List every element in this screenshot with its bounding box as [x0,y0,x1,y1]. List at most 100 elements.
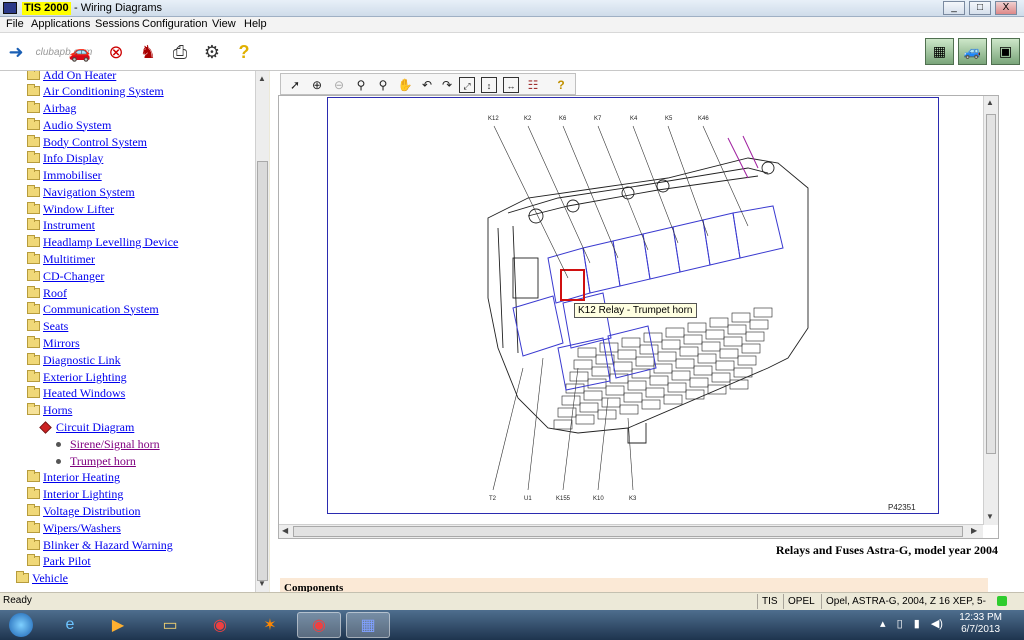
tree-item-horns[interactable]: Horns [27,402,72,418]
tree-item-sirene-signal-horn[interactable]: Sirene/Signal horn [56,436,160,452]
minimize-button[interactable]: _ [943,1,965,15]
chrome-icon-active[interactable]: ◉ [297,612,341,638]
tree-item-heated-windows[interactable]: Heated Windows [27,385,125,401]
start-icon[interactable] [0,612,42,638]
tree-item-add-on-heater[interactable]: Add On Heater [27,71,116,83]
tree-item-wipers-washers[interactable]: Wipers/Washers [27,520,121,536]
zoom-in-icon[interactable]: ⊕ [309,77,325,93]
tree-item-park-pilot[interactable]: Park Pilot [27,553,91,569]
explorer-icon[interactable]: ▭ [148,612,192,638]
diagram-vertical-scrollbar[interactable]: ▲ ▼ [983,96,998,525]
fit-height-icon[interactable]: ↕ [481,77,497,93]
tree-scroll-thumb[interactable] [257,161,268,581]
tree-item-immobiliser[interactable]: Immobiliser [27,167,102,183]
zoom-out-icon[interactable]: ⊖ [331,77,347,93]
tree-item-navigation[interactable]: Navigation System [27,184,135,200]
folder-icon [27,386,40,398]
zoom-area-icon[interactable]: ⚲ [375,77,391,93]
tree-item-circuit-diagram[interactable]: Circuit Diagram [39,419,134,435]
scroll-up-icon[interactable]: ▲ [258,74,266,83]
menu-help[interactable]: Help [244,18,267,30]
tree-item-audio-system[interactable]: Audio System [27,117,111,133]
person-icon[interactable]: ♞ [136,40,160,64]
tree-item-mirrors[interactable]: Mirrors [27,335,80,351]
tree-item-airbag[interactable]: Airbag [27,100,76,116]
fit-all-icon[interactable]: ⤢ [459,77,475,93]
help-icon[interactable]: ? [232,40,256,64]
scroll-up-icon[interactable]: ▲ [986,98,994,107]
signal-icon[interactable]: ▮ [914,618,920,630]
fuse-slot [583,390,603,401]
tree-item-multitimer[interactable]: Multitimer [27,251,95,267]
ie-icon[interactable]: e [48,612,92,638]
zoom-icon[interactable]: ⚲ [353,77,369,93]
menu-view[interactable]: View [212,18,236,30]
pointer-icon[interactable]: ➚ [287,77,303,93]
clock[interactable]: 12:33 PM 6/7/2013 [959,612,1002,636]
folder-icon [27,118,40,130]
fuse-slot [687,322,707,333]
folder-icon [27,487,40,499]
tree-item-interior-lighting[interactable]: Interior Lighting [27,486,123,502]
tree-item-air-conditioning[interactable]: Air Conditioning System [27,83,164,99]
fuse-slot [671,370,691,381]
folder-icon [27,470,40,482]
diagram-hscroll-thumb[interactable] [293,526,963,537]
tree-item-instrument[interactable]: Instrument [27,217,95,233]
folder-icon [27,286,40,298]
diagram-horizontal-scrollbar[interactable]: ◀ ▶ [279,524,983,538]
tree-item-exterior-lighting[interactable]: Exterior Lighting [27,369,127,385]
fuse-slot [627,380,647,391]
scroll-down-icon[interactable]: ▼ [258,579,266,588]
stop-icon[interactable]: ⊗ [104,40,128,64]
tree-item-cd-changer[interactable]: CD-Changer [27,268,104,284]
tree-item-communication[interactable]: Communication System [27,301,159,317]
chrome-icon[interactable]: ◉ [198,612,242,638]
help-icon[interactable]: ? [553,77,569,93]
tree-item-blinker-hazard[interactable]: Blinker & Hazard Warning [27,537,173,553]
volume-icon[interactable]: ◀) [931,618,943,630]
tree-item-trumpet-horn[interactable]: Trumpet horn [56,453,136,469]
maximize-button[interactable]: □ [969,1,991,15]
car-icon[interactable]: 🚗 [68,40,92,64]
tree-item-seats[interactable]: Seats [27,318,68,334]
fuse-slot [685,389,705,400]
diagram-vscroll-thumb[interactable] [986,114,996,454]
menu-file[interactable]: File [6,18,24,30]
tree-scrollbar[interactable]: ▲ ▼ [255,71,269,592]
fuse-slot [727,324,747,335]
scroll-right-icon[interactable]: ▶ [971,526,977,535]
tree-item-headlamp-levelling[interactable]: Headlamp Levelling Device [27,234,178,250]
tree-item-voltage-distribution[interactable]: Voltage Distribution [27,503,140,519]
fuse-slot [683,334,703,345]
close-button[interactable]: X [995,1,1017,15]
fit-width-icon[interactable]: ↔ [503,77,519,93]
rotate-right-icon[interactable]: ↷ [439,77,455,93]
scroll-left-icon[interactable]: ◀ [282,526,288,535]
avast-icon[interactable]: ✶ [248,612,292,638]
network-icon[interactable]: ▯ [897,618,903,630]
tree-item-vehicle[interactable]: Vehicle [16,570,68,586]
tray-arrow-icon[interactable]: ▴ [880,618,886,630]
car-photo-icon[interactable]: ▣ [991,38,1020,65]
pan-hand-icon[interactable]: ✋ [397,77,413,93]
rotate-left-icon[interactable]: ↶ [419,77,435,93]
tis-icon[interactable]: ▦ [346,612,390,638]
tools-icon[interactable]: ⚙ [200,40,224,64]
module-a-icon[interactable]: ▦ [925,38,954,65]
vehicle-icon[interactable]: 🚙 [958,38,987,65]
print-icon[interactable]: ⎙ [168,40,192,64]
tree-item-body-control[interactable]: Body Control System [27,134,147,150]
layers-icon[interactable]: ☷ [525,77,541,93]
menu-sessions[interactable]: Sessions [95,18,140,30]
tree-item-interior-heating[interactable]: Interior Heating [27,469,120,485]
menu-applications[interactable]: Applications [31,18,90,30]
media-icon[interactable]: ▶ [96,612,140,638]
exit-icon[interactable]: ➜ [4,40,28,64]
tree-item-window-lifter[interactable]: Window Lifter [27,201,114,217]
tree-item-diagnostic-link[interactable]: Diagnostic Link [27,352,121,368]
scroll-down-icon[interactable]: ▼ [986,512,994,521]
tree-item-roof[interactable]: Roof [27,285,67,301]
menu-configuration[interactable]: Configuration [142,18,207,30]
tree-item-info-display[interactable]: Info Display [27,150,103,166]
